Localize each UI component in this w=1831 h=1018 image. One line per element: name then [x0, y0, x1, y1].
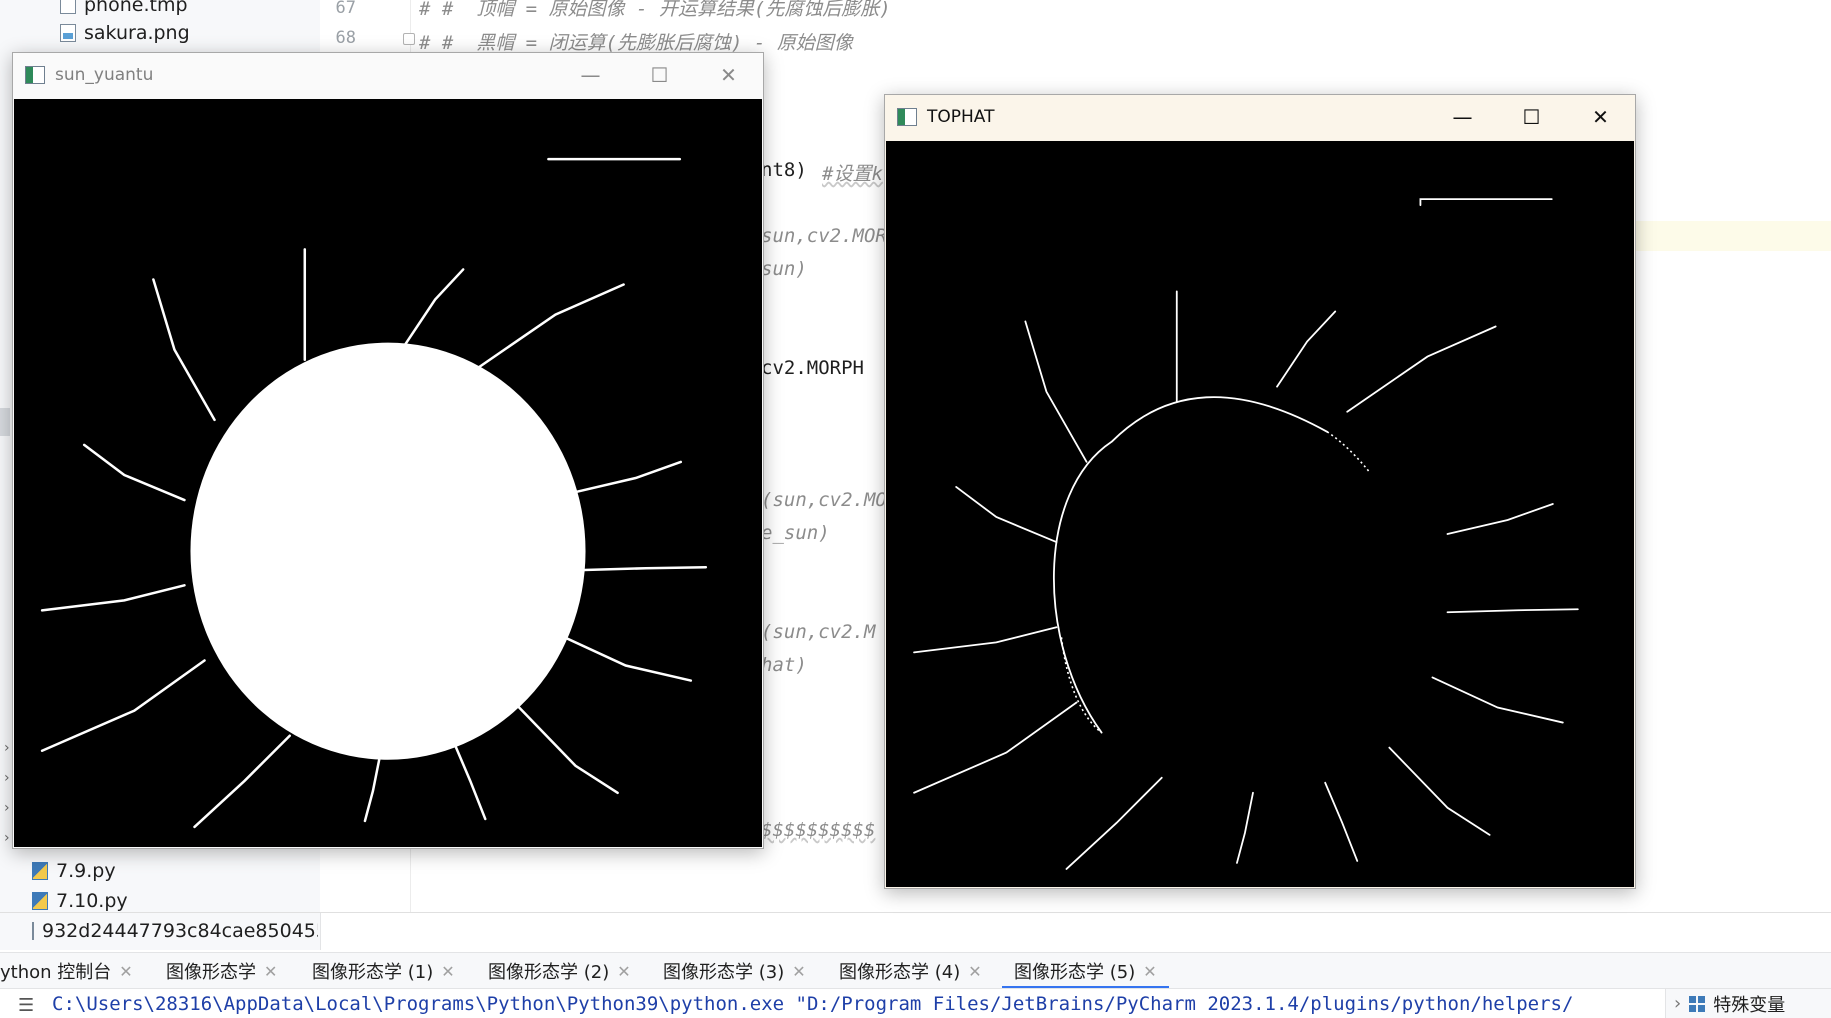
code-comment-fragment: #设置k [822, 163, 883, 185]
line-number: 68 [335, 28, 356, 48]
tree-item-label: phone.tmp [84, 0, 188, 16]
code-fragment: (sun,cv2.M [761, 621, 876, 643]
text-file-icon [60, 0, 76, 14]
opencv-window-icon [897, 108, 917, 126]
opencv-window-icon [25, 66, 45, 84]
variables-grid-icon [1689, 995, 1706, 1012]
tree-item-phone-tmp[interactable]: phone.tmp [60, 0, 188, 16]
tab-label: 图像形态学 [166, 962, 256, 983]
code-line-67: # # 顶帽 = 原始图像 - 开运算结果(先腐蚀后膨胀) [419, 0, 891, 20]
tree-item-label: 932d24447793c84cae850455 [42, 920, 318, 942]
tree-item-7-10-py[interactable]: 7.10.py [32, 890, 128, 912]
close-icon[interactable]: ✕ [441, 962, 454, 981]
tree-selection-marker [0, 408, 10, 436]
chevron-right-icon[interactable]: › [4, 770, 10, 786]
tree-item-sakura-png[interactable]: sakura.png [60, 22, 190, 44]
chevron-right-icon[interactable]: › [4, 800, 10, 816]
tab-label: ython 控制台 [0, 962, 112, 983]
tree-item-image-file[interactable]: 932d24447793c84cae850455 [32, 920, 318, 942]
tab-label: 图像形态学 (3) [663, 962, 785, 983]
tab-morphology-4[interactable]: 图像形态学 (4) ✕ [839, 953, 982, 989]
image-canvas [14, 99, 762, 847]
console-output[interactable]: ☰ C:\Users\28316\AppData\Local\Programs\… [0, 988, 1831, 1018]
tab-morphology-5[interactable]: 图像形态学 (5) ✕ [1002, 953, 1169, 989]
code-fragment: sun) [761, 258, 807, 280]
maximize-button[interactable]: ☐ [1497, 95, 1566, 139]
tab-morphology-2[interactable]: 图像形态学 (2) ✕ [488, 953, 631, 989]
close-icon[interactable]: ✕ [1143, 962, 1156, 981]
code-fragment: $$$$$$$$$$ [761, 819, 876, 841]
window-sun-yuantu[interactable]: sun_yuantu — ☐ ✕ [12, 52, 764, 849]
code-fragment: sun,cv2.MOR [761, 225, 887, 247]
minimize-button[interactable]: — [556, 53, 625, 97]
line-number: 67 [335, 0, 356, 18]
code-line-68: # # 黑帽 = 闭运算(先膨胀后腐蚀) - 原始图像 [419, 32, 853, 54]
tab-morphology-3[interactable]: 图像形态学 (3) ✕ [663, 953, 806, 989]
python-file-icon [32, 892, 48, 910]
window-titlebar[interactable]: sun_yuantu — ☐ ✕ [13, 53, 763, 97]
tab-morphology-1[interactable]: 图像形态学 (1) ✕ [312, 953, 455, 989]
code-fragment: hat) [761, 654, 807, 676]
special-variables-panel[interactable]: › 特殊变量 [1665, 989, 1831, 1018]
minimize-button[interactable]: — [1428, 95, 1497, 139]
tab-label: 图像形态学 (2) [488, 962, 610, 983]
close-button[interactable]: ✕ [694, 53, 763, 97]
window-title: TOPHAT [927, 107, 995, 127]
tree-item-label: sakura.png [84, 22, 190, 44]
tab-label: 图像形态学 (1) [312, 962, 434, 983]
run-tabs-bar: ython 控制台 ✕ 图像形态学 ✕ 图像形态学 (1) ✕ 图像形态学 (2… [0, 952, 1831, 989]
tree-item-7-9-py[interactable]: 7.9.py [32, 860, 116, 882]
image-file-icon [32, 922, 34, 940]
console-command-line: C:\Users\28316\AppData\Local\Programs\Py… [52, 993, 1574, 1015]
special-variables-label: 特殊变量 [1713, 994, 1786, 1016]
close-icon[interactable]: ✕ [119, 962, 132, 981]
close-icon[interactable]: ✕ [792, 962, 805, 981]
tophat-result-image [913, 198, 1579, 870]
close-icon[interactable]: ✕ [968, 962, 981, 981]
chevron-right-icon[interactable]: › [1674, 993, 1681, 1014]
tree-item-label: 7.9.py [56, 860, 116, 882]
tab-label: 图像形态学 (5) [1014, 962, 1136, 983]
close-icon[interactable]: ✕ [617, 962, 630, 981]
python-file-icon [32, 862, 48, 880]
chevron-right-icon[interactable]: › [4, 830, 10, 846]
close-button[interactable]: ✕ [1566, 95, 1635, 139]
window-titlebar[interactable]: TOPHAT — ☐ ✕ [885, 95, 1635, 139]
sun-original-image [40, 157, 708, 829]
window-title: sun_yuantu [55, 65, 154, 85]
divider [0, 912, 1831, 913]
image-canvas [886, 141, 1634, 887]
chevron-right-icon[interactable]: › [4, 740, 10, 756]
tree-item-label: 7.10.py [56, 890, 128, 912]
code-fragment: cv2.MORPH [761, 357, 864, 379]
code-fragment: e_sun) [761, 522, 830, 544]
close-icon[interactable]: ✕ [264, 962, 277, 981]
tab-python-console[interactable]: ython 控制台 ✕ [0, 953, 133, 989]
tab-morphology[interactable]: 图像形态学 ✕ [166, 953, 277, 989]
code-fragment: nt8) [761, 159, 830, 181]
window-tophat[interactable]: TOPHAT — ☐ ✕ [884, 94, 1636, 889]
menu-icon[interactable]: ☰ [18, 995, 34, 1016]
image-file-icon [60, 24, 76, 42]
maximize-button[interactable]: ☐ [625, 53, 694, 97]
tab-label: 图像形态学 (4) [839, 962, 961, 983]
code-fragment: (sun,cv2.MO [761, 489, 887, 511]
